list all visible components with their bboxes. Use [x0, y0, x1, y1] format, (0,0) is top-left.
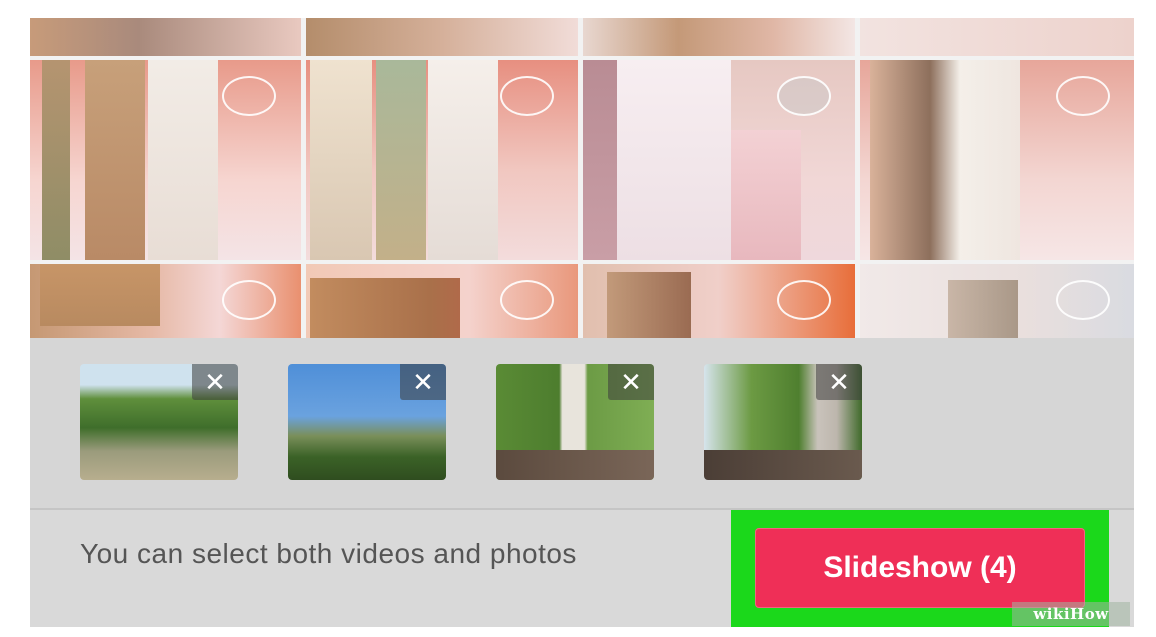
media-tile[interactable] — [583, 264, 855, 338]
selection-circle-icon[interactable] — [777, 280, 831, 320]
close-icon[interactable]: ✕ — [400, 364, 446, 400]
media-tile[interactable] — [30, 60, 301, 260]
selected-thumbnail[interactable]: ✕ — [80, 364, 238, 480]
tiktok-upload-screen: ✕ ✕ ✕ ✕ You can select both videos and p… — [30, 18, 1134, 627]
media-tile[interactable] — [860, 264, 1134, 338]
close-icon[interactable]: ✕ — [816, 364, 862, 400]
media-tile[interactable] — [860, 18, 1134, 56]
selection-circle-icon[interactable] — [500, 280, 554, 320]
close-icon[interactable]: ✕ — [192, 364, 238, 400]
media-tile[interactable] — [30, 18, 301, 56]
selected-media-tray: ✕ ✕ ✕ ✕ — [30, 338, 1134, 508]
selected-thumbnail[interactable]: ✕ — [704, 364, 862, 480]
selection-circle-icon[interactable] — [1056, 280, 1110, 320]
slideshow-button[interactable]: Slideshow (4) — [755, 528, 1085, 608]
selection-circle-icon[interactable] — [222, 280, 276, 320]
bottom-action-bar: You can select both videos and photos Sl… — [30, 510, 1134, 627]
media-tile[interactable] — [583, 60, 855, 260]
selected-thumbnail[interactable]: ✕ — [288, 364, 446, 480]
selection-hint: You can select both videos and photos — [80, 538, 577, 569]
selection-circle-icon[interactable] — [777, 76, 831, 116]
media-tile[interactable] — [306, 60, 578, 260]
close-icon[interactable]: ✕ — [608, 364, 654, 400]
media-tile[interactable] — [583, 18, 855, 56]
media-tile[interactable] — [30, 264, 301, 338]
media-tile[interactable] — [306, 264, 578, 338]
media-grid — [30, 18, 1134, 338]
selected-thumbnail[interactable]: ✕ — [496, 364, 654, 480]
selection-circle-icon[interactable] — [500, 76, 554, 116]
media-tile[interactable] — [306, 18, 578, 56]
media-tile[interactable] — [860, 60, 1134, 260]
wikihow-watermark: wikiHow — [1012, 602, 1130, 626]
selection-circle-icon[interactable] — [1056, 76, 1110, 116]
selection-circle-icon[interactable] — [222, 76, 276, 116]
